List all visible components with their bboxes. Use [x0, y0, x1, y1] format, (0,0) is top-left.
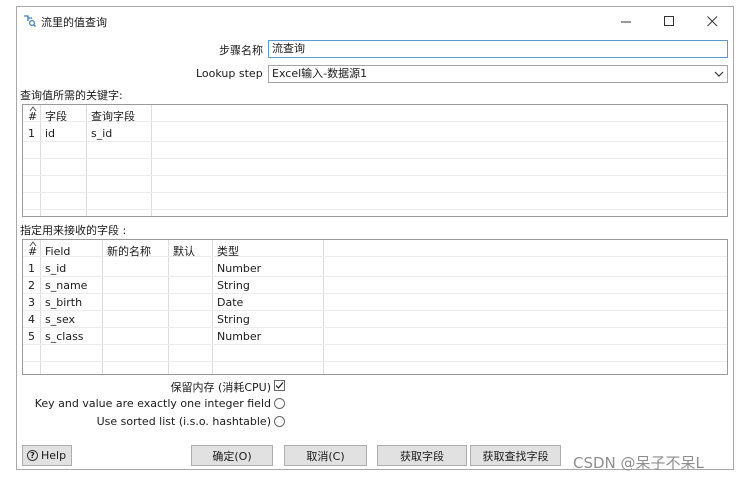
title-bar[interactable]: 流里的值查询 — [17, 7, 733, 35]
chevron-down-icon[interactable] — [714, 69, 724, 79]
preserve-memory-checkbox[interactable] — [274, 380, 285, 391]
table-row[interactable] — [23, 176, 727, 193]
type-cell[interactable]: Number — [217, 260, 261, 277]
type-cell[interactable]: String — [217, 277, 250, 294]
receive-col-new-name[interactable]: 新的名称 — [107, 243, 151, 260]
watermark: CSDN @呆子不呆L — [573, 454, 704, 472]
checkmark-icon — [275, 382, 284, 389]
row-number: 2 — [28, 279, 35, 292]
keys-col-num: # — [28, 110, 38, 123]
receive-header-row: # Field 新的名称 默认 类型 — [23, 240, 727, 260]
sorted-list-radio[interactable] — [274, 416, 285, 427]
ok-button[interactable]: 确定(O) — [191, 445, 273, 466]
lookup-step-select[interactable]: Excel输入-数据源1 — [268, 65, 728, 83]
keys-header-row: # 字段 查询字段 — [23, 105, 727, 125]
row-number: 1 — [28, 127, 35, 140]
table-row[interactable] — [23, 142, 727, 159]
integer-key-label: Key and value are exactly one integer fi… — [34, 397, 271, 410]
key-lookup-field-cell[interactable]: s_id — [91, 125, 112, 142]
question-icon: ? — [27, 450, 38, 461]
dialog-window: 流里的值查询 步骤名称 流查询 Lookup step Excel输入-数据源1… — [16, 6, 734, 470]
stream-lookup-app-icon — [24, 15, 36, 27]
preserve-memory-label: 保留内存 (消耗CPU) — [170, 381, 271, 394]
row-number: 3 — [28, 296, 35, 309]
keys-col-lookup-field[interactable]: 查询字段 — [91, 108, 135, 125]
window-title: 流里的值查询 — [41, 16, 107, 29]
close-icon — [706, 15, 717, 26]
receive-col-field[interactable]: Field — [45, 243, 70, 260]
row-number: 1 — [28, 262, 35, 275]
keys-section-label: 查询值所需的关键字: — [20, 89, 123, 102]
table-row[interactable] — [23, 159, 727, 176]
table-row[interactable]: 1 s_id Number — [23, 260, 727, 277]
help-button[interactable]: ? Help — [22, 445, 72, 466]
type-cell[interactable]: Date — [217, 294, 243, 311]
key-field-cell[interactable]: id — [45, 125, 55, 142]
minimize-icon — [620, 21, 631, 22]
step-name-label: 步骤名称 — [219, 44, 263, 57]
receive-section-label: 指定用来接收的字段 : — [20, 224, 127, 237]
cancel-button-label: 取消(C) — [306, 449, 345, 463]
sorted-list-label: Use sorted list (i.s.o. hashtable) — [96, 415, 271, 428]
keys-table[interactable]: # 字段 查询字段 1 id s_id — [22, 104, 728, 217]
field-cell[interactable]: s_id — [45, 260, 66, 277]
step-name-value: 流查询 — [272, 42, 305, 55]
table-row[interactable] — [23, 345, 727, 362]
integer-key-radio[interactable] — [274, 398, 285, 409]
field-cell[interactable]: s_birth — [45, 294, 82, 311]
get-lookup-fields-button[interactable]: 获取查找字段 — [470, 445, 561, 466]
get-fields-button-label: 获取字段 — [400, 449, 444, 463]
table-row[interactable]: 5 s_class Number — [23, 328, 727, 345]
lookup-step-value: Excel输入-数据源1 — [272, 67, 368, 80]
table-row[interactable]: 3 s_birth Date — [23, 294, 727, 311]
minimize-button[interactable] — [612, 11, 640, 31]
keys-col-field[interactable]: 字段 — [45, 108, 67, 125]
table-row[interactable]: 2 s_name String — [23, 277, 727, 294]
receive-fields-table[interactable]: # Field 新的名称 默认 类型 1 s_id Number 2 s_nam… — [22, 239, 728, 375]
close-button[interactable] — [698, 11, 726, 31]
help-button-label: Help — [41, 449, 67, 462]
field-cell[interactable]: s_class — [45, 328, 84, 345]
table-row[interactable]: 1 id s_id — [23, 125, 727, 142]
maximize-button[interactable] — [655, 11, 683, 31]
step-name-input[interactable]: 流查询 — [268, 40, 728, 58]
get-fields-button[interactable]: 获取字段 — [377, 445, 467, 466]
table-row[interactable] — [23, 362, 727, 374]
maximize-icon — [663, 15, 674, 26]
ok-button-label: 确定(O) — [212, 449, 252, 463]
type-cell[interactable]: String — [217, 311, 250, 328]
cancel-button[interactable]: 取消(C) — [284, 445, 367, 466]
row-number: 4 — [28, 313, 35, 326]
get-lookup-fields-button-label: 获取查找字段 — [482, 449, 549, 463]
table-row[interactable]: 4 s_sex String — [23, 311, 727, 328]
field-cell[interactable]: s_name — [45, 277, 87, 294]
table-row[interactable] — [23, 193, 727, 210]
receive-col-default[interactable]: 默认 — [173, 243, 195, 260]
row-number: 5 — [28, 330, 35, 343]
type-cell[interactable]: Number — [217, 328, 261, 345]
receive-col-num: # — [28, 245, 38, 258]
lookup-step-label: Lookup step — [196, 67, 263, 80]
field-cell[interactable]: s_sex — [45, 311, 75, 328]
receive-col-type[interactable]: 类型 — [217, 243, 239, 260]
